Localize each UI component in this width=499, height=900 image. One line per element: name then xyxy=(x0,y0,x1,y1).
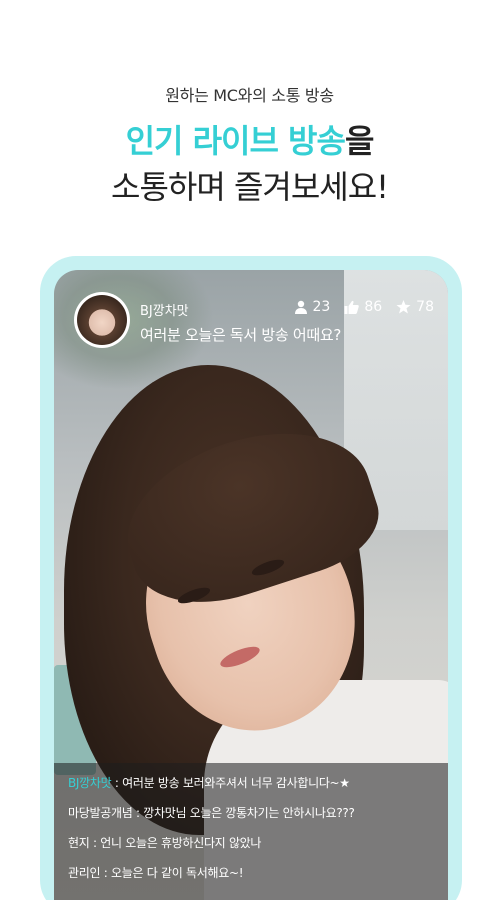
promo-headline-line2: 소통하며 즐겨보세요! xyxy=(111,168,389,206)
chat-text: : 오늘은 다 같이 독서해요~! xyxy=(100,866,244,880)
chat-nick[interactable]: BJ깡차맛 xyxy=(68,776,112,790)
chat-text: : 여러분 방송 보러와주셔서 너무 감사합니다~★ xyxy=(111,776,350,790)
broadcast-header: BJ깡차맛 23 86 78 여러분 오늘은 독서 방송 어때요? xyxy=(74,290,434,354)
star-count[interactable]: 78 xyxy=(396,299,434,315)
thumbs-up-icon xyxy=(344,300,360,314)
promo-subtitle: 원하는 MC와의 소통 방송 xyxy=(165,86,334,105)
viewer-count-value: 23 xyxy=(312,299,331,315)
like-count-value: 86 xyxy=(364,299,383,315)
chat-nick[interactable]: 현지 xyxy=(68,836,90,850)
promo-headline-rest: 을 xyxy=(344,122,374,160)
promo-headline: 인기 라이브 방송을 xyxy=(0,116,499,162)
viewer-count: 23 xyxy=(294,299,331,315)
star-icon xyxy=(396,300,411,314)
bj-avatar[interactable] xyxy=(74,292,130,348)
like-count[interactable]: 86 xyxy=(344,299,382,315)
promo-headline-accent: 인기 라이브 방송 xyxy=(125,122,346,160)
chat-message: 마당발공개념 : 깡차맛님 오늘은 깡통차기는 안하시나요??? xyxy=(68,805,434,821)
chat-panel[interactable]: BJ깡차맛 : 여러분 방송 보러와주셔서 너무 감사합니다~★ 마당발공개념 … xyxy=(54,763,448,900)
chat-text: : 깡차맛님 오늘은 깡통차기는 안하시나요??? xyxy=(132,806,355,820)
star-count-value: 78 xyxy=(416,299,434,315)
chat-message: 현지 : 언니 오늘은 휴방하신다지 않았나 xyxy=(68,835,434,851)
broadcast-title: 여러분 오늘은 독서 방송 어때요? xyxy=(140,326,342,344)
chat-nick[interactable]: 마당발공개념 xyxy=(68,806,133,820)
person-icon xyxy=(294,300,307,314)
chat-nick[interactable]: 관리인 xyxy=(68,866,101,880)
bj-name[interactable]: BJ깡차맛 xyxy=(140,300,189,319)
chat-text: : 언니 오늘은 휴방하신다지 않았나 xyxy=(89,836,262,850)
broadcast-stats: 23 86 78 xyxy=(294,299,434,315)
chat-message: 관리인 : 오늘은 다 같이 독서해요~! xyxy=(68,865,434,881)
chat-message: BJ깡차맛 : 여러분 방송 보러와주셔서 너무 감사합니다~★ xyxy=(68,775,434,791)
